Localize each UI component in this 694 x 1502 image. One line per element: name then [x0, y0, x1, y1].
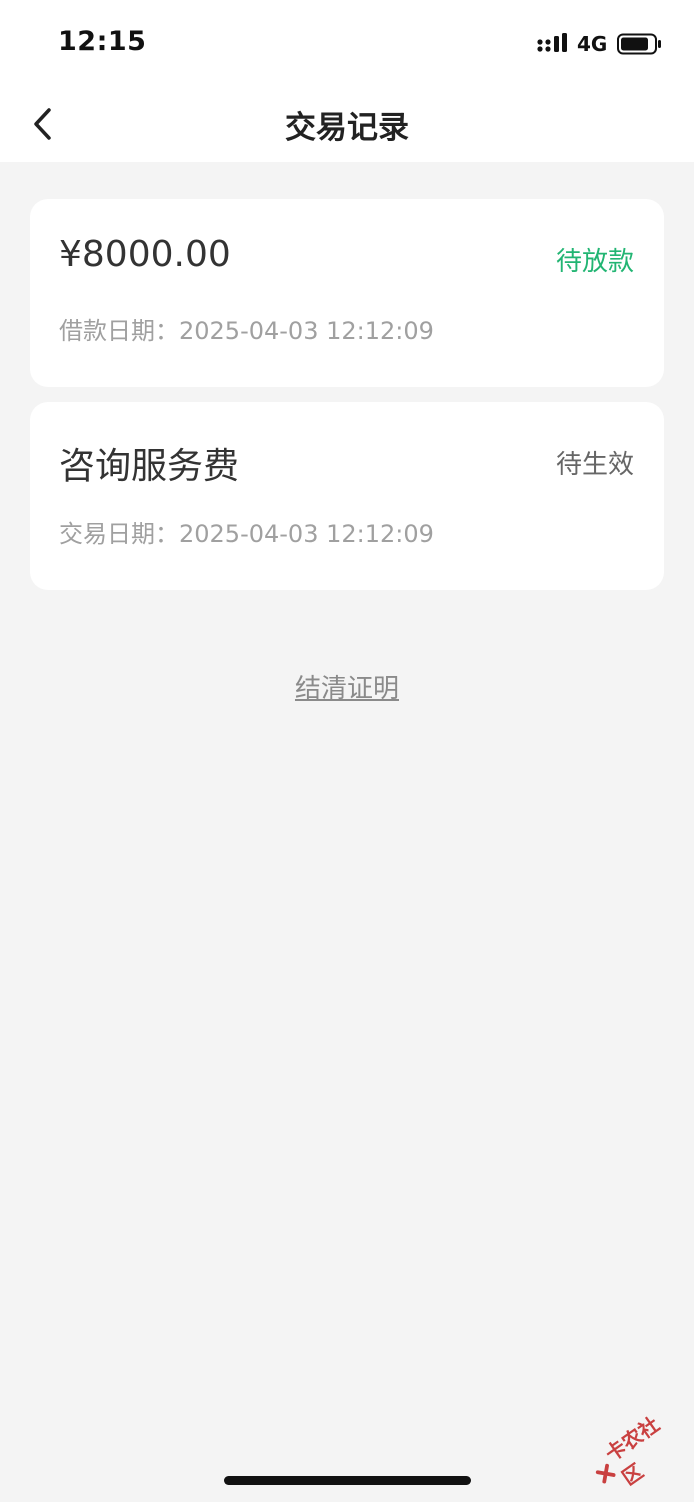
nav-bar: 交易记录	[0, 86, 694, 162]
status-bar: 12:15 4G	[0, 0, 694, 86]
home-indicator	[224, 1476, 471, 1485]
page-title: 交易记录	[285, 110, 409, 146]
transaction-date: 交易日期：2025-04-03 12:12:09	[59, 520, 434, 548]
service-fee-title: 咨询服务费	[59, 446, 240, 487]
loan-date: 借款日期：2025-04-03 12:12:09	[59, 317, 434, 345]
status-time: 12:15	[58, 26, 147, 57]
record-card-loan[interactable]: ¥8000.00 待放款 借款日期：2025-04-03 12:12:09	[30, 199, 664, 387]
loan-amount: ¥8000.00	[59, 234, 231, 275]
status-badge: 待放款	[555, 247, 634, 277]
settlement-proof-link[interactable]: 结清证明	[295, 674, 399, 704]
battery-icon	[617, 33, 661, 55]
status-badge: 待生效	[555, 450, 634, 480]
signal-icon	[537, 33, 567, 52]
network-label: 4G	[577, 32, 608, 56]
watermark: 卡农社区	[585, 1405, 690, 1498]
settlement-proof-container: 结清证明	[0, 668, 694, 705]
record-card-service-fee[interactable]: 咨询服务费 待生效 交易日期：2025-04-03 12:12:09	[30, 402, 664, 590]
